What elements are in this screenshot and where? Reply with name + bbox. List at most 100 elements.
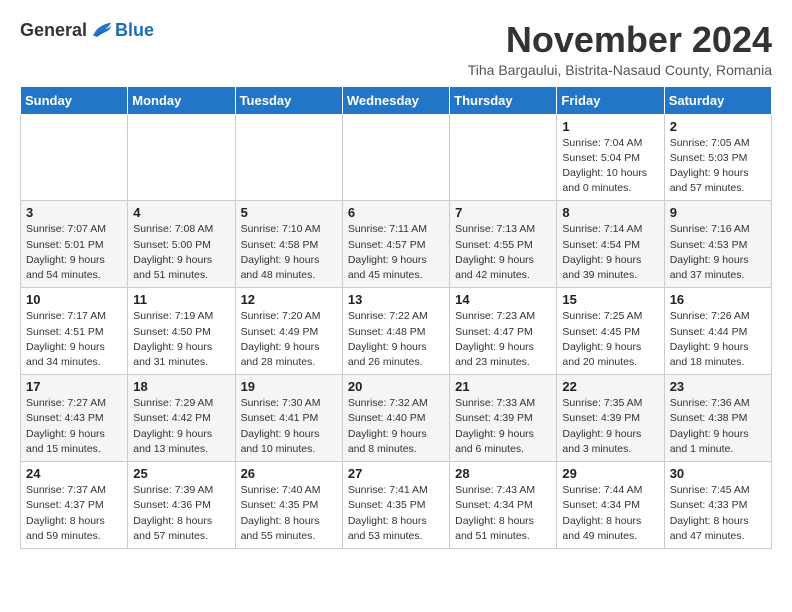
day-header-friday: Friday [557, 86, 664, 114]
calendar-week-4: 17 Sunrise: 7:27 AM Sunset: 4:43 PM Dayli… [21, 375, 772, 462]
day-info: Sunrise: 7:22 AM Sunset: 4:48 PM Dayligh… [348, 309, 444, 370]
title-section: November 2024 Tiha Bargaului, Bistrita-N… [468, 20, 772, 78]
calendar-cell: 28 Sunrise: 7:43 AM Sunset: 4:34 PM Dayli… [450, 462, 557, 549]
day-number: 3 [26, 205, 122, 220]
day-number: 5 [241, 205, 337, 220]
logo-blue-text: Blue [115, 20, 154, 41]
day-number: 10 [26, 292, 122, 307]
day-header-thursday: Thursday [450, 86, 557, 114]
day-header-tuesday: Tuesday [235, 86, 342, 114]
day-info: Sunrise: 7:43 AM Sunset: 4:34 PM Dayligh… [455, 483, 551, 544]
day-info: Sunrise: 7:41 AM Sunset: 4:35 PM Dayligh… [348, 483, 444, 544]
day-info: Sunrise: 7:27 AM Sunset: 4:43 PM Dayligh… [26, 396, 122, 457]
day-header-monday: Monday [128, 86, 235, 114]
day-info: Sunrise: 7:23 AM Sunset: 4:47 PM Dayligh… [455, 309, 551, 370]
day-info: Sunrise: 7:19 AM Sunset: 4:50 PM Dayligh… [133, 309, 229, 370]
day-info: Sunrise: 7:25 AM Sunset: 4:45 PM Dayligh… [562, 309, 658, 370]
calendar-week-2: 3 Sunrise: 7:07 AM Sunset: 5:01 PM Daylig… [21, 201, 772, 288]
day-info: Sunrise: 7:29 AM Sunset: 4:42 PM Dayligh… [133, 396, 229, 457]
day-info: Sunrise: 7:32 AM Sunset: 4:40 PM Dayligh… [348, 396, 444, 457]
day-info: Sunrise: 7:26 AM Sunset: 4:44 PM Dayligh… [670, 309, 766, 370]
day-number: 2 [670, 119, 766, 134]
calendar-cell: 14 Sunrise: 7:23 AM Sunset: 4:47 PM Dayli… [450, 288, 557, 375]
day-number: 29 [562, 466, 658, 481]
day-info: Sunrise: 7:39 AM Sunset: 4:36 PM Dayligh… [133, 483, 229, 544]
page-header: General Blue November 2024 Tiha Bargaulu… [20, 20, 772, 78]
day-number: 18 [133, 379, 229, 394]
calendar-cell: 19Sunrise: 7:30 AM Sunset: 4:41 PM Dayli… [235, 375, 342, 462]
calendar-cell: 4Sunrise: 7:08 AM Sunset: 5:00 PM Daylig… [128, 201, 235, 288]
calendar-cell: 1 Sunrise: 7:04 AM Sunset: 5:04 PM Daylig… [557, 114, 664, 201]
day-number: 8 [562, 205, 658, 220]
calendar-cell [235, 114, 342, 201]
logo-bird-icon [89, 21, 113, 41]
calendar-cell: 18 Sunrise: 7:29 AM Sunset: 4:42 PM Dayli… [128, 375, 235, 462]
day-number: 13 [348, 292, 444, 307]
day-info: Sunrise: 7:05 AM Sunset: 5:03 PM Dayligh… [670, 136, 766, 197]
day-info: Sunrise: 7:13 AM Sunset: 4:55 PM Dayligh… [455, 222, 551, 283]
logo: General Blue [20, 20, 154, 41]
calendar-week-3: 10Sunrise: 7:17 AM Sunset: 4:51 PM Dayli… [21, 288, 772, 375]
calendar-cell: 6Sunrise: 7:11 AM Sunset: 4:57 PM Daylig… [342, 201, 449, 288]
calendar-cell: 9 Sunrise: 7:16 AM Sunset: 4:53 PM Daylig… [664, 201, 771, 288]
calendar-cell [21, 114, 128, 201]
calendar-cell: 17 Sunrise: 7:27 AM Sunset: 4:43 PM Dayli… [21, 375, 128, 462]
calendar-cell: 22 Sunrise: 7:35 AM Sunset: 4:39 PM Dayli… [557, 375, 664, 462]
calendar-cell: 27 Sunrise: 7:41 AM Sunset: 4:35 PM Dayli… [342, 462, 449, 549]
day-info: Sunrise: 7:30 AM Sunset: 4:41 PM Dayligh… [241, 396, 337, 457]
day-number: 23 [670, 379, 766, 394]
calendar-cell [342, 114, 449, 201]
day-number: 28 [455, 466, 551, 481]
day-number: 11 [133, 292, 229, 307]
calendar-week-5: 24 Sunrise: 7:37 AM Sunset: 4:37 PM Dayli… [21, 462, 772, 549]
day-info: Sunrise: 7:45 AM Sunset: 4:33 PM Dayligh… [670, 483, 766, 544]
calendar-cell: 2 Sunrise: 7:05 AM Sunset: 5:03 PM Daylig… [664, 114, 771, 201]
calendar-cell: 3 Sunrise: 7:07 AM Sunset: 5:01 PM Daylig… [21, 201, 128, 288]
calendar-cell: 20 Sunrise: 7:32 AM Sunset: 4:40 PM Dayli… [342, 375, 449, 462]
calendar-cell: 15 Sunrise: 7:25 AM Sunset: 4:45 PM Dayli… [557, 288, 664, 375]
calendar-cell: 13 Sunrise: 7:22 AM Sunset: 4:48 PM Dayli… [342, 288, 449, 375]
day-number: 1 [562, 119, 658, 134]
calendar-cell: 10Sunrise: 7:17 AM Sunset: 4:51 PM Dayli… [21, 288, 128, 375]
day-info: Sunrise: 7:10 AM Sunset: 4:58 PM Dayligh… [241, 222, 337, 283]
day-info: Sunrise: 7:16 AM Sunset: 4:53 PM Dayligh… [670, 222, 766, 283]
location-subtitle: Tiha Bargaului, Bistrita-Nasaud County, … [468, 62, 772, 78]
calendar-cell: 11 Sunrise: 7:19 AM Sunset: 4:50 PM Dayli… [128, 288, 235, 375]
day-number: 21 [455, 379, 551, 394]
day-number: 17 [26, 379, 122, 394]
day-number: 22 [562, 379, 658, 394]
month-title: November 2024 [468, 20, 772, 60]
day-number: 6 [348, 205, 444, 220]
day-number: 7 [455, 205, 551, 220]
day-info: Sunrise: 7:04 AM Sunset: 5:04 PM Dayligh… [562, 136, 658, 197]
calendar-cell: 21 Sunrise: 7:33 AM Sunset: 4:39 PM Dayli… [450, 375, 557, 462]
day-header-sunday: Sunday [21, 86, 128, 114]
day-number: 20 [348, 379, 444, 394]
calendar-table: SundayMondayTuesdayWednesdayThursdayFrid… [20, 86, 772, 549]
calendar-cell: 30 Sunrise: 7:45 AM Sunset: 4:33 PM Dayli… [664, 462, 771, 549]
day-number: 15 [562, 292, 658, 307]
calendar-cell [128, 114, 235, 201]
day-info: Sunrise: 7:33 AM Sunset: 4:39 PM Dayligh… [455, 396, 551, 457]
day-number: 27 [348, 466, 444, 481]
day-info: Sunrise: 7:07 AM Sunset: 5:01 PM Dayligh… [26, 222, 122, 283]
day-info: Sunrise: 7:44 AM Sunset: 4:34 PM Dayligh… [562, 483, 658, 544]
logo-general-text: General [20, 20, 87, 41]
day-number: 9 [670, 205, 766, 220]
calendar-cell: 12Sunrise: 7:20 AM Sunset: 4:49 PM Dayli… [235, 288, 342, 375]
day-number: 30 [670, 466, 766, 481]
calendar-cell: 25Sunrise: 7:39 AM Sunset: 4:36 PM Dayli… [128, 462, 235, 549]
day-number: 16 [670, 292, 766, 307]
day-info: Sunrise: 7:35 AM Sunset: 4:39 PM Dayligh… [562, 396, 658, 457]
calendar-cell: 24 Sunrise: 7:37 AM Sunset: 4:37 PM Dayli… [21, 462, 128, 549]
calendar-cell [450, 114, 557, 201]
calendar-cell: 29 Sunrise: 7:44 AM Sunset: 4:34 PM Dayli… [557, 462, 664, 549]
day-number: 24 [26, 466, 122, 481]
day-info: Sunrise: 7:40 AM Sunset: 4:35 PM Dayligh… [241, 483, 337, 544]
day-info: Sunrise: 7:37 AM Sunset: 4:37 PM Dayligh… [26, 483, 122, 544]
day-number: 14 [455, 292, 551, 307]
day-header-wednesday: Wednesday [342, 86, 449, 114]
calendar-cell: 8Sunrise: 7:14 AM Sunset: 4:54 PM Daylig… [557, 201, 664, 288]
day-info: Sunrise: 7:20 AM Sunset: 4:49 PM Dayligh… [241, 309, 337, 370]
day-info: Sunrise: 7:08 AM Sunset: 5:00 PM Dayligh… [133, 222, 229, 283]
